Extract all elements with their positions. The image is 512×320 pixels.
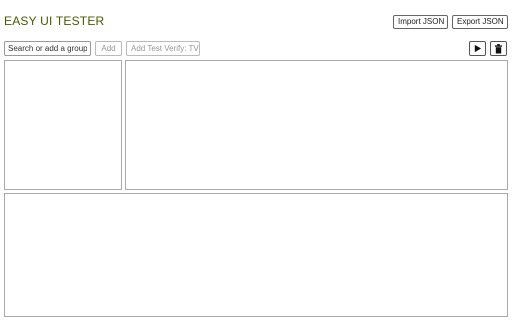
search-input[interactable]	[4, 41, 91, 56]
run-button[interactable]	[469, 41, 486, 56]
play-icon	[474, 44, 482, 53]
group-list-panel[interactable]	[4, 60, 122, 190]
trash-icon	[494, 43, 503, 53]
import-json-button[interactable]: Import JSON	[393, 15, 448, 29]
delete-button[interactable]	[490, 41, 507, 56]
app-title: EASY UI TESTER	[4, 14, 105, 28]
test-list-panel[interactable]	[125, 60, 508, 190]
add-group-button[interactable]: Add	[95, 41, 122, 56]
add-test-button[interactable]: Add Test Verify: TV	[126, 41, 200, 56]
export-json-button[interactable]: Export JSON	[452, 15, 508, 29]
output-panel[interactable]	[4, 193, 508, 317]
